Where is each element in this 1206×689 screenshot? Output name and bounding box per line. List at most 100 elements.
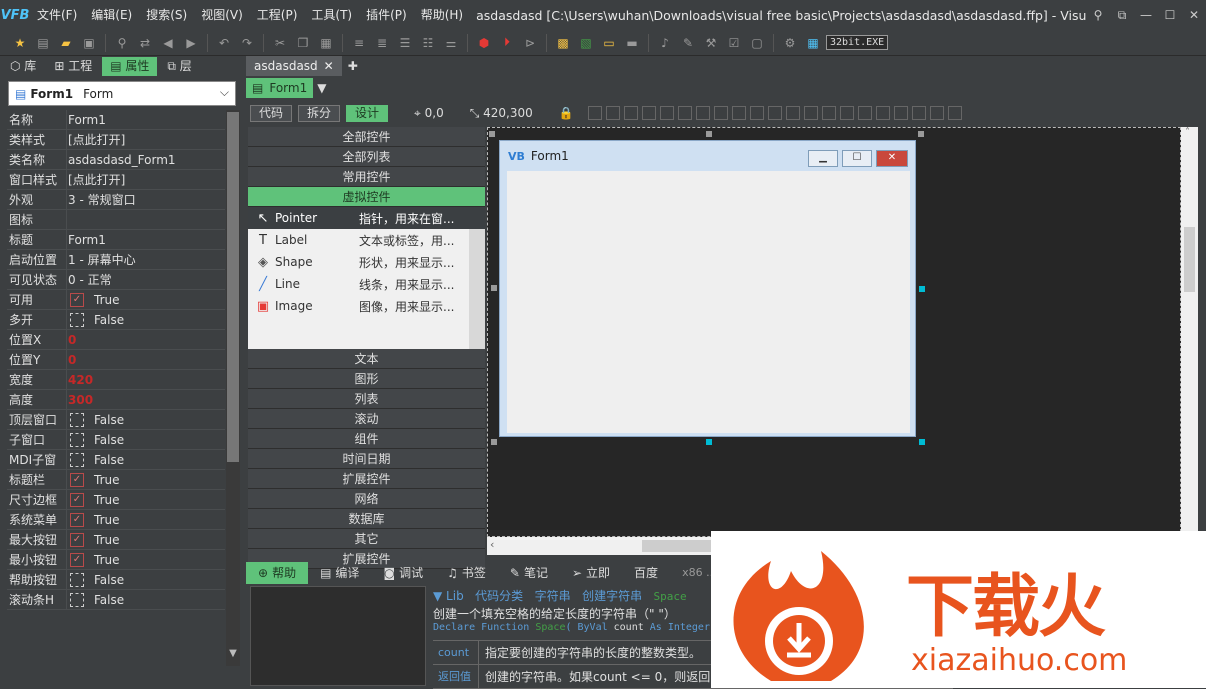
property-value[interactable]: asdasdasd_Form1	[67, 150, 225, 169]
save-icon[interactable]: ▣	[79, 33, 99, 53]
close-tab-icon[interactable]: ✕	[324, 56, 334, 76]
resize-handle[interactable]	[919, 439, 925, 445]
build-target[interactable]: 32bit.EXE	[826, 35, 889, 50]
resize-handle[interactable]	[706, 439, 712, 445]
property-row[interactable]: 宽度 420	[7, 370, 225, 390]
property-row[interactable]: 帮助按钮 False	[7, 570, 225, 590]
resize-handle[interactable]	[491, 285, 497, 291]
bring-front-icon[interactable]	[821, 106, 836, 120]
open-folder-icon[interactable]: ▰	[56, 33, 76, 53]
crumb-string[interactable]: 字符串	[535, 589, 571, 603]
menu-tools[interactable]: 工具(T)	[304, 0, 359, 30]
tab-help[interactable]: ⊕ 帮助	[246, 562, 309, 584]
mode-code-button[interactable]: 代码	[250, 104, 293, 122]
property-row[interactable]: 窗口样式 [点此打开]	[7, 170, 225, 190]
property-row[interactable]: 尺寸边框 ✓ True	[7, 490, 225, 510]
property-value[interactable]: ✓ True	[67, 530, 225, 549]
scroll-up-icon[interactable]: ˄	[1185, 127, 1190, 138]
toolbox-category[interactable]: 扩展控件	[248, 469, 485, 489]
property-row[interactable]: 标题 Form1	[7, 230, 225, 250]
property-row[interactable]: 位置Y 0	[7, 350, 225, 370]
minimize-button[interactable]: —	[1134, 0, 1158, 30]
same-size-icon[interactable]	[731, 106, 746, 120]
forward-icon[interactable]: ▶	[181, 33, 201, 53]
scroll-left-icon[interactable]: ‹	[490, 538, 494, 551]
restore-down-icon[interactable]: ⧉	[1110, 0, 1134, 30]
property-row[interactable]: 子窗口 False	[7, 430, 225, 450]
property-row[interactable]: 名称 Form1	[7, 110, 225, 130]
property-value[interactable]: ✓ True	[67, 490, 225, 509]
property-value[interactable]: 0	[67, 330, 225, 349]
folder-icon[interactable]: ▭	[599, 33, 619, 53]
build-icon[interactable]: ⬢	[474, 33, 494, 53]
mode-design-button[interactable]: 设计	[346, 104, 389, 122]
align-top-icon[interactable]	[641, 106, 656, 120]
tab-compile[interactable]: ▤ 编译	[308, 562, 371, 584]
property-value[interactable]: 3 - 常规窗口	[67, 190, 225, 209]
tab-project[interactable]: ⊞ 工程	[46, 57, 100, 76]
tab-immediate[interactable]: ➢ 立即	[560, 562, 622, 584]
mode-split-button[interactable]: 拆分	[298, 104, 341, 122]
toolbox-category[interactable]: 其它	[248, 529, 485, 549]
settings-icon[interactable]: ⚙	[780, 33, 800, 53]
property-value[interactable]: 300	[67, 390, 225, 409]
menu-file[interactable]: 文件(F)	[30, 0, 84, 30]
new-project-icon[interactable]: ★	[10, 33, 30, 53]
tab-layers[interactable]: ⧉ 层	[159, 57, 199, 76]
toolbox-item[interactable]: ╱ Line 线条，用来显示...	[248, 273, 485, 295]
maximize-button[interactable]: ☐	[1158, 0, 1182, 30]
toolbox-category[interactable]: 图形	[248, 369, 485, 389]
property-row[interactable]: 系统菜单 ✓ True	[7, 510, 225, 530]
toolbox-category[interactable]: 列表	[248, 389, 485, 409]
object-selector[interactable]: ▤ Form1 Form ⌵	[8, 81, 236, 106]
property-value[interactable]	[67, 210, 225, 229]
checkbox-unchecked-icon[interactable]	[70, 432, 84, 447]
tool-icon[interactable]: ⚒	[701, 33, 721, 53]
toolbox-category[interactable]: 网络	[248, 489, 485, 509]
property-row[interactable]: 可见状态 0 - 正常	[7, 270, 225, 290]
toolbox-item[interactable]: ◈ Shape 形状，用来显示...	[248, 251, 485, 273]
crumb-create-string[interactable]: 创建字符串	[582, 589, 642, 603]
property-row[interactable]: 顶层窗口 False	[7, 410, 225, 430]
resize-handle[interactable]	[918, 131, 924, 137]
toolbox-category[interactable]: 全部控件	[248, 127, 485, 147]
paint-icon[interactable]: ✎	[678, 33, 698, 53]
property-value[interactable]: ✓ True	[67, 290, 225, 309]
vertical-scroll-thumb[interactable]	[1184, 227, 1195, 292]
h-spacing-icon[interactable]	[749, 106, 764, 120]
property-row[interactable]: 图标	[7, 210, 225, 230]
center-v-icon[interactable]	[803, 106, 818, 120]
align-center-icon[interactable]	[605, 106, 620, 120]
comment-icon[interactable]: ☰	[395, 33, 415, 53]
resize-handle[interactable]	[489, 131, 495, 137]
pin-icon[interactable]: ⚲	[1086, 0, 1110, 30]
new-file-icon[interactable]: ▤	[33, 33, 53, 53]
window-icon[interactable]: ▢	[747, 33, 767, 53]
checkbox-unchecked-icon[interactable]	[70, 412, 84, 427]
resize-handle[interactable]	[919, 286, 925, 292]
preview-icon[interactable]	[911, 106, 926, 120]
replace-icon[interactable]: ⇄	[135, 33, 155, 53]
tab-debug[interactable]: ◙ 调试	[371, 562, 435, 584]
property-row[interactable]: 类名称 asdasdasd_Form1	[7, 150, 225, 170]
toolbox-category[interactable]: 常用控件	[248, 167, 485, 187]
toolbox-item[interactable]: ▣ Image 图像，用来显示...	[248, 295, 485, 317]
checkbox-checked-icon[interactable]: ✓	[70, 492, 84, 507]
toolbox-category[interactable]: 文本	[248, 349, 485, 369]
v-spacing-icon[interactable]	[767, 106, 782, 120]
property-value[interactable]: False	[67, 590, 225, 609]
property-value[interactable]: Form1	[67, 230, 225, 249]
toolbox-category[interactable]: 全部列表	[248, 147, 485, 167]
form-preview[interactable]: VB Form1 ▁ ☐ ✕	[499, 140, 916, 437]
same-height-icon[interactable]	[713, 106, 728, 120]
property-value[interactable]: ✓ True	[67, 510, 225, 529]
run-icon[interactable]: ⏵	[497, 33, 517, 53]
property-row[interactable]: 启动位置 1 - 屏幕中心	[7, 250, 225, 270]
align-left-icon[interactable]	[587, 106, 602, 120]
menu-search[interactable]: 搜索(S)	[139, 0, 194, 30]
crumb-lib[interactable]: Lib	[446, 589, 464, 603]
toolbox-category[interactable]: 滚动	[248, 409, 485, 429]
package-icon[interactable]: ▩	[553, 33, 573, 53]
property-scroll-thumb[interactable]	[227, 112, 239, 462]
add-tab-icon[interactable]: ✚	[342, 56, 364, 76]
